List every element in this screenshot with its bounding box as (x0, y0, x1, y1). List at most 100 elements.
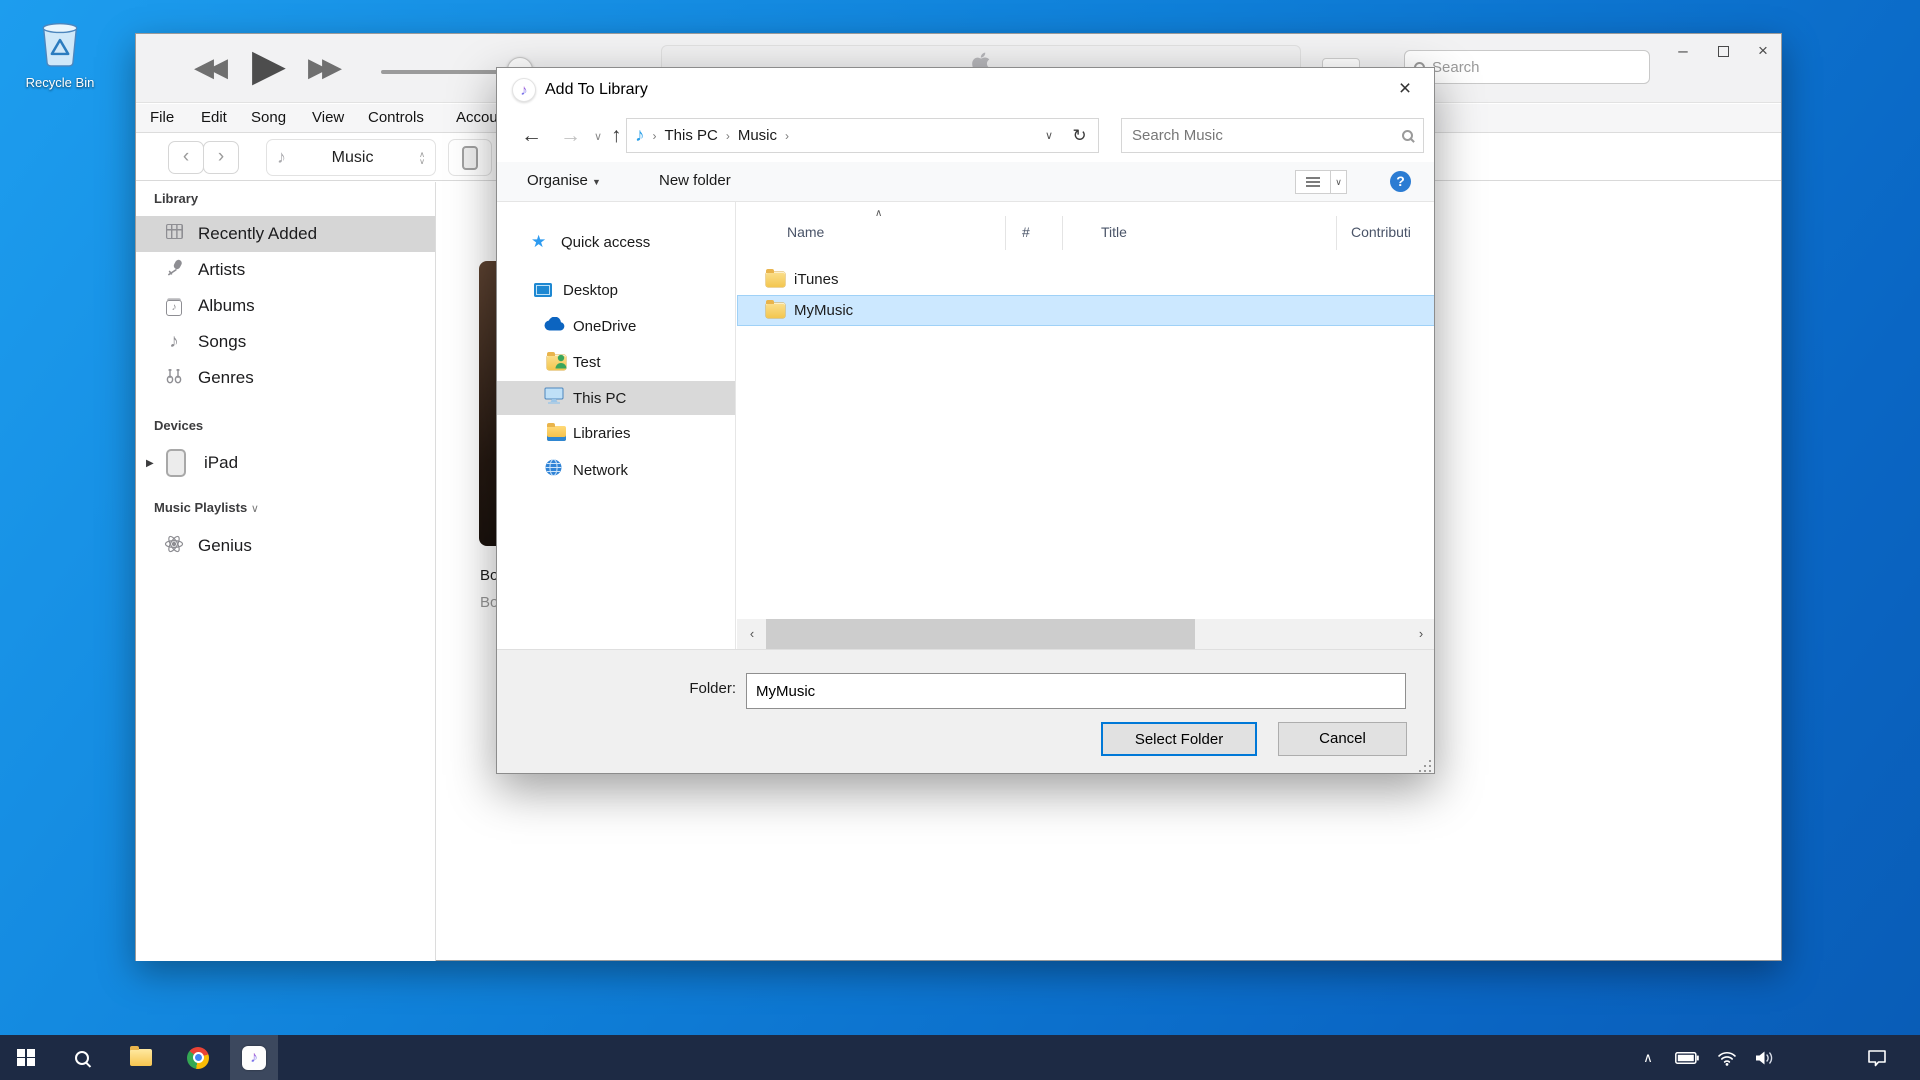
column-header-name[interactable]: Name (787, 224, 824, 240)
itunes-search-box[interactable] (1404, 50, 1650, 84)
resize-grip[interactable] (1419, 760, 1431, 772)
sidebar-item-albums[interactable]: ♪ Albums (136, 288, 435, 324)
add-to-library-dialog: ♪ Add To Library × ← → ∨ ↑ ♪ › This PC ›… (496, 67, 1435, 774)
itunes-search-input[interactable] (1432, 59, 1612, 76)
desktop: Recycle Bin ◀◀ ▶ ▶▶ – × (0, 0, 1920, 1080)
nav-item-libraries[interactable]: Libraries (497, 416, 735, 450)
taskbar: ♪ ∧ (0, 1035, 1920, 1080)
media-type-selector[interactable]: ♪ Music ∧∨ (266, 139, 436, 176)
scroll-left-arrow[interactable]: ‹ (737, 619, 767, 649)
dialog-nav-pane: ★ Quick access Desktop OneDrive Test (497, 202, 736, 649)
scrollbar-thumb[interactable] (766, 619, 1195, 649)
menu-edit[interactable]: Edit (201, 109, 227, 126)
breadcrumb-music[interactable]: Music (738, 127, 777, 144)
dialog-file-list: ∧ Name # Title Contributi iTunes MyMusic… (737, 202, 1435, 649)
nav-item-test[interactable]: Test (497, 345, 735, 379)
sidebar-item-songs[interactable]: ♪ Songs (136, 324, 435, 360)
forward-button[interactable]: › (203, 141, 239, 174)
chevron-down-icon[interactable]: ∨ (251, 503, 259, 515)
close-button[interactable]: × (1748, 40, 1778, 64)
file-row-mymusic[interactable]: MyMusic (737, 295, 1435, 326)
expander-triangle-icon[interactable]: ▶ (146, 458, 154, 469)
dialog-command-bar: Organise ▼ New folder ∨ ? (497, 162, 1434, 202)
breadcrumb-separator-icon: › (653, 129, 657, 143)
column-divider[interactable] (1005, 216, 1006, 250)
recycle-bin-label: Recycle Bin (16, 75, 104, 90)
sidebar-item-ipad[interactable]: ▶ iPad (136, 444, 435, 482)
itunes-taskbar-button[interactable]: ♪ (230, 1035, 278, 1080)
folder-name-input[interactable] (746, 673, 1406, 709)
folder-label: Folder: (652, 680, 736, 697)
organise-menu-button[interactable]: Organise ▼ (527, 172, 601, 189)
column-header-contributing[interactable]: Contributi (1351, 224, 1411, 240)
dialog-search-input[interactable] (1132, 127, 1394, 144)
wifi-status[interactable] (1708, 1035, 1746, 1080)
cancel-button[interactable]: Cancel (1278, 722, 1407, 756)
rewind-button[interactable]: ◀◀ (194, 48, 222, 86)
back-button[interactable]: ‹ (168, 141, 204, 174)
music-note-icon: ♪ (277, 147, 286, 168)
folder-icon (766, 272, 785, 287)
view-mode-chevron[interactable]: ∨ (1330, 171, 1346, 193)
column-header-title[interactable]: Title (1101, 224, 1127, 240)
file-row-itunes[interactable]: iTunes (737, 264, 1435, 295)
start-button[interactable] (2, 1035, 50, 1080)
fast-forward-button[interactable]: ▶▶ (308, 48, 336, 86)
action-center-button[interactable] (1855, 1035, 1899, 1080)
dialog-close-button[interactable]: × (1384, 73, 1426, 105)
column-divider[interactable] (1062, 216, 1063, 250)
battery-status[interactable] (1668, 1035, 1706, 1080)
menu-file[interactable]: File (150, 109, 174, 126)
maximize-button[interactable] (1708, 40, 1738, 64)
file-explorer-button[interactable] (117, 1035, 165, 1080)
menu-controls[interactable]: Controls (368, 109, 424, 126)
menu-view[interactable]: View (312, 109, 344, 126)
device-button[interactable] (448, 139, 492, 176)
column-header-number[interactable]: # (1022, 224, 1030, 240)
chrome-button[interactable] (174, 1035, 222, 1080)
minimize-button[interactable]: – (1668, 40, 1698, 64)
dialog-up-button[interactable]: ↑ (611, 124, 622, 148)
dialog-forward-button[interactable]: → (560, 124, 581, 148)
address-dropdown-chevron[interactable]: ∨ (1045, 129, 1053, 142)
refresh-button[interactable]: ↻ (1061, 118, 1099, 153)
breadcrumb-this-pc[interactable]: This PC (665, 127, 718, 144)
onedrive-cloud-icon (543, 317, 565, 336)
column-divider[interactable] (1336, 216, 1337, 250)
tray-expand-button[interactable]: ∧ (1630, 1035, 1666, 1080)
nav-item-quick-access[interactable]: ★ Quick access (497, 225, 735, 259)
sidebar-item-genres[interactable]: Genres (136, 360, 435, 396)
scroll-right-arrow[interactable]: › (1406, 619, 1435, 649)
dialog-back-button[interactable]: ← (521, 124, 542, 148)
genius-atom-icon (160, 534, 188, 559)
ipad-icon (166, 449, 186, 482)
horizontal-scrollbar[interactable]: ‹ › (737, 619, 1435, 649)
new-folder-button[interactable]: New folder (659, 172, 731, 189)
recent-locations-chevron[interactable]: ∨ (594, 130, 602, 143)
sidebar-item-artists[interactable]: Artists (136, 252, 435, 288)
taskbar-search-button[interactable] (58, 1035, 106, 1080)
play-button[interactable]: ▶ (252, 40, 286, 92)
nav-item-onedrive[interactable]: OneDrive (497, 309, 735, 343)
user-icon (555, 354, 567, 369)
albums-icon: ♪ (160, 297, 188, 316)
nav-item-desktop[interactable]: Desktop (497, 273, 735, 307)
select-folder-button[interactable]: Select Folder (1101, 722, 1257, 756)
nav-item-this-pc[interactable]: This PC (497, 381, 735, 415)
recycle-bin-shortcut[interactable]: Recycle Bin (16, 14, 104, 90)
dialog-search-box[interactable] (1121, 118, 1424, 153)
sidebar-item-genius[interactable]: Genius (136, 527, 435, 565)
volume-status[interactable] (1745, 1035, 1785, 1080)
action-center-icon (1867, 1049, 1887, 1067)
sort-ascending-icon: ∧ (875, 208, 882, 219)
devices-header: Devices (154, 418, 203, 433)
help-button[interactable]: ? (1390, 171, 1411, 192)
search-icon (1402, 130, 1413, 141)
nav-item-network[interactable]: Network (497, 453, 735, 487)
address-bar[interactable]: ♪ › This PC › Music › ∨ (626, 118, 1062, 153)
menu-song[interactable]: Song (251, 109, 286, 126)
view-mode-button[interactable]: ∨ (1295, 170, 1347, 194)
quick-access-star-icon: ★ (531, 232, 546, 252)
windows-logo-icon (17, 1049, 35, 1067)
sidebar-item-recently-added[interactable]: Recently Added (136, 216, 435, 252)
